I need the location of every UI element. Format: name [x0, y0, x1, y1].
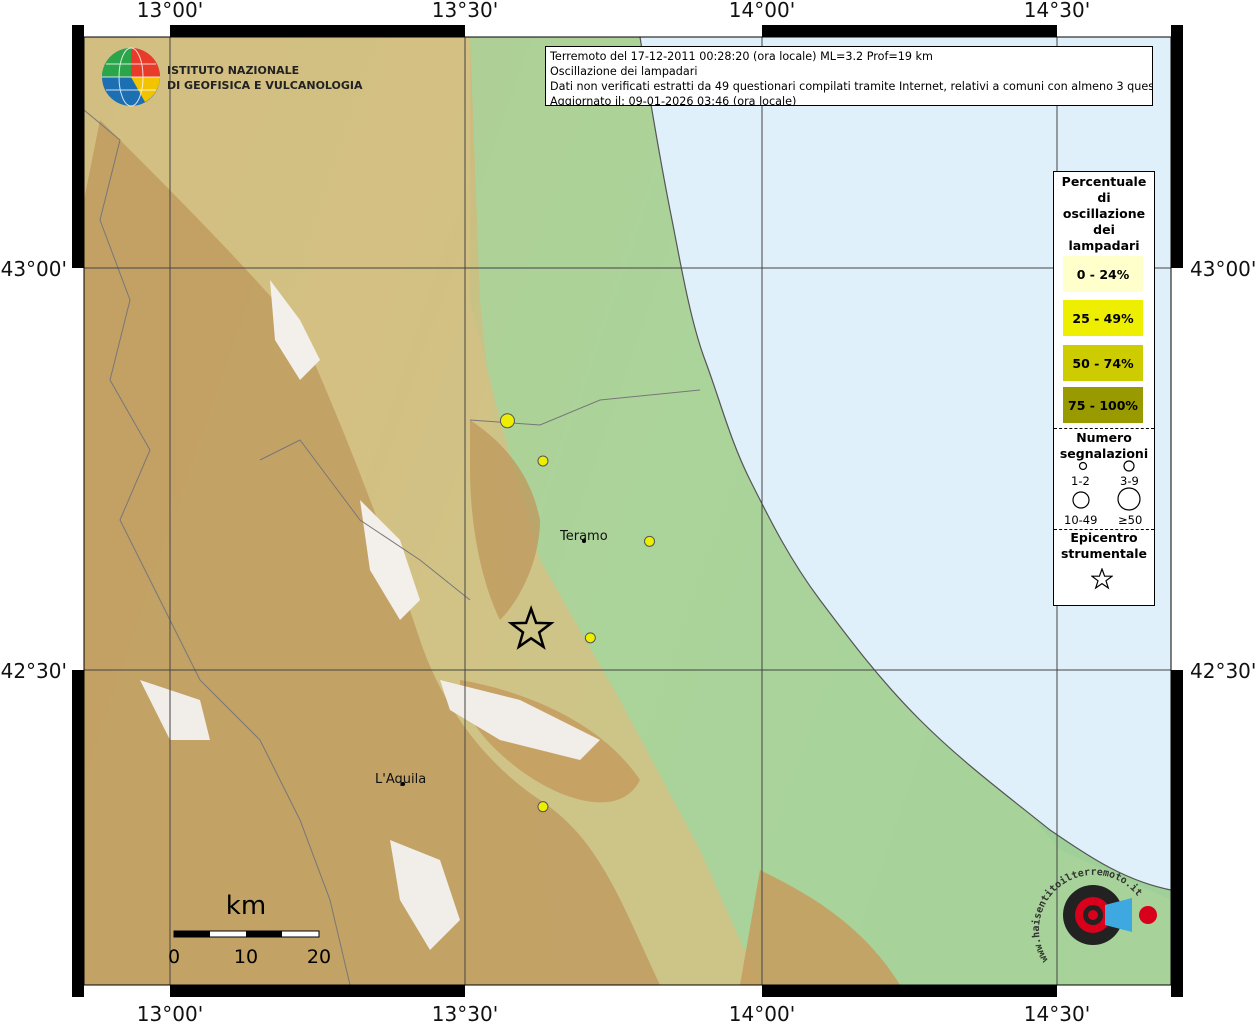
lon-label-1330-top: 13°30': [432, 0, 498, 22]
lon-label-1300-bottom: 13°00': [137, 1002, 203, 1024]
legend-class-75-100: 75 - 100%: [1063, 387, 1143, 423]
data-note: Dati non verificati estratti da 49 quest…: [550, 80, 1153, 93]
map-figure: Teramo L'Aquila 13°00' 13°30' 14°00' 14°…: [0, 0, 1256, 1026]
event-title: Terremoto del 17-12-2011 00:28:20 (ora l…: [550, 50, 933, 63]
map-legend: Percentuale di oscillazione dei lampadar…: [1053, 171, 1155, 606]
size-label-1-2: 1-2: [1071, 474, 1090, 488]
lon-labels-top: 13°00' 13°30' 14°00' 14°30': [137, 0, 1090, 22]
size-label-50plus: ≥50: [1118, 513, 1143, 527]
institute-name-line2: DI GEOFISICA E VULCANOLOGIA: [167, 79, 363, 92]
size-label-3-9: 3-9: [1120, 474, 1139, 488]
lat-label-4300-right: 43°00': [1190, 257, 1256, 281]
legend-size-symbols: [1072, 460, 1141, 511]
lat-label-4230-left: 42°30': [1, 659, 67, 683]
legend-star-icon: [1091, 568, 1113, 590]
lon-label-1400-top: 14°00': [729, 0, 795, 22]
scale-tick-10: 10: [234, 946, 258, 968]
observation-point-5: [537, 801, 549, 813]
update-timestamp: Aggiornato il: 09-01-2026 03:46 (ora loc…: [550, 95, 797, 106]
legend-title: Percentuale di oscillazione dei lampadar…: [1061, 174, 1147, 253]
teramo-label: Teramo: [559, 529, 608, 544]
scale-tick-20: 20: [307, 946, 331, 968]
lat-label-4300-left: 43°00': [1, 257, 67, 281]
lon-label-1330-bottom: 13°30': [432, 1002, 498, 1024]
lon-label-1400-bottom: 14°00': [729, 1002, 795, 1024]
institute-name-line1: ISTITUTO NAZIONALE: [167, 64, 299, 77]
scale-unit: km: [226, 891, 266, 921]
legend-class-0-24: 0 - 24%: [1063, 256, 1143, 292]
laquila-label: L'Aquila: [375, 772, 426, 787]
map-subject: Oscillazione dei lampadari: [550, 65, 698, 78]
size-label-10-49: 10-49: [1064, 513, 1098, 527]
lon-label-1430-top: 14°30': [1024, 0, 1090, 22]
observation-point-3: [644, 535, 656, 547]
legend-epicenter-title: Epicentro strumentale: [1060, 530, 1148, 561]
scale-tick-0: 0: [168, 946, 180, 968]
observation-point-1: [499, 413, 515, 429]
lon-labels-bottom: 13°00' 13°30' 14°00' 14°30': [137, 1002, 1090, 1026]
lon-label-1430-bottom: 14°30': [1024, 1002, 1090, 1024]
lat-label-4230-right: 42°30': [1190, 659, 1256, 683]
observation-point-4: [584, 632, 596, 644]
observation-point-2: [537, 455, 549, 467]
lon-label-1300-top: 13°00': [137, 0, 203, 22]
event-info-box: Terremoto del 17-12-2011 00:28:20 (ora l…: [545, 46, 1153, 106]
legend-class-25-49: 25 - 49%: [1063, 300, 1143, 336]
legend-class-50-74: 50 - 74%: [1063, 345, 1143, 381]
